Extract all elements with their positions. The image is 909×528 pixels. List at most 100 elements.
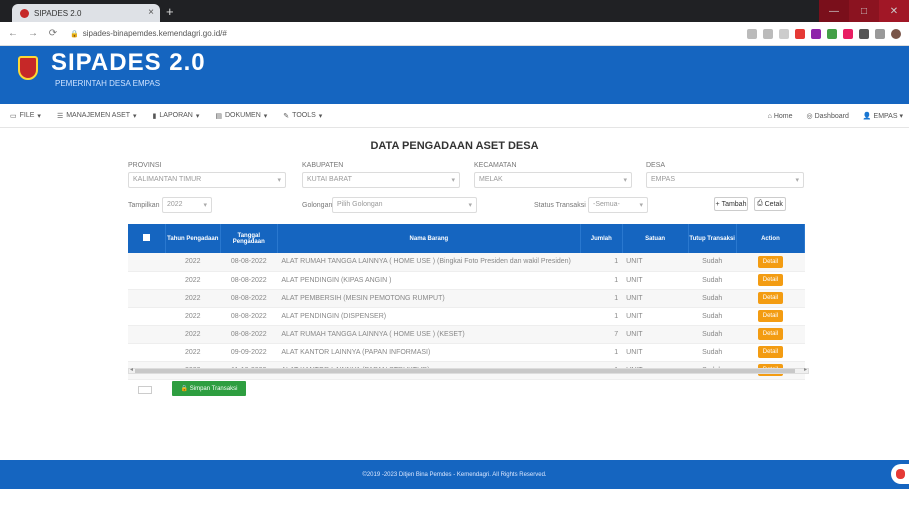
detail-button[interactable]: Detail xyxy=(757,292,784,304)
detail-button[interactable]: Detail xyxy=(757,255,784,268)
maximize-icon[interactable]: □ xyxy=(849,0,879,22)
home-icon: ⌂ xyxy=(767,112,772,120)
sidebar-icon[interactable] xyxy=(875,28,885,39)
select-all-checkbox[interactable] xyxy=(142,234,150,241)
tahun-select[interactable]: 2022 ▾ xyxy=(162,197,212,213)
asset-table: Tahun Pengadaan Tanggal Pengadaan Nama B… xyxy=(128,224,806,380)
cell-satuan: UNIT xyxy=(622,307,689,326)
kabupaten-select[interactable]: KUTAI BARAT ▾ xyxy=(302,172,460,188)
browser-tab-bar: SIPADES 2.0 × + — □ ✕ xyxy=(0,0,909,22)
chat-widget-button[interactable] xyxy=(891,464,909,484)
printer-icon: ⎙ xyxy=(757,200,763,207)
chevron-down-icon: ▾ xyxy=(639,202,643,209)
back-icon[interactable]: ← xyxy=(6,28,20,39)
tab-title: SIPADES 2.0 xyxy=(34,8,82,18)
reload-icon[interactable]: ⟳ xyxy=(46,28,60,39)
select-all-header[interactable] xyxy=(128,224,166,253)
golongan-select[interactable]: Pilih Golongan ▾ xyxy=(332,197,477,213)
header-jumlah[interactable]: Jumlah xyxy=(580,224,623,253)
nav-dashboard[interactable]: ◎ Dashboard xyxy=(807,112,849,120)
extension-icon[interactable] xyxy=(747,28,757,39)
chevron-down-icon: ▾ xyxy=(277,177,281,184)
footer: ©2019 -2023 Ditjen Bina Pemdes - Kemenda… xyxy=(0,460,909,489)
cell-tanggal: 08-08-2022 xyxy=(220,325,278,344)
extension-icon[interactable] xyxy=(827,28,837,39)
nav-home[interactable]: ⌂ Home xyxy=(768,113,793,120)
save-transaction-button[interactable]: 🔒 Simpan Transaksi xyxy=(172,381,246,396)
cell-jumlah: 1 xyxy=(580,307,623,326)
print-button[interactable]: ⎙ Cetak xyxy=(754,197,786,211)
detail-button[interactable]: Detail xyxy=(757,328,784,340)
cell-tahun: 2022 xyxy=(165,343,221,362)
avatar[interactable] xyxy=(891,28,901,39)
puzzle-icon[interactable] xyxy=(859,28,869,39)
cell-tutup-transaksi: Sudah xyxy=(688,343,737,362)
menu-laporan[interactable]: ▮ LAPORAN ▾ xyxy=(153,112,200,120)
cell-tutup-transaksi: Sudah xyxy=(688,307,737,326)
cell-nama-barang: ALAT PEMBERSIH (MESIN PEMOTONG RUMPUT) xyxy=(277,289,581,308)
desa-label: DESA xyxy=(646,162,666,169)
nav-user[interactable]: 👤 EMPAS ▾ xyxy=(863,112,903,120)
menu-dokumen[interactable]: ▤ DOKUMEN ▾ xyxy=(215,112,267,120)
cell-tanggal: 08-08-2022 xyxy=(220,289,278,308)
table-row: 2022 08-08-2022 ALAT PENDINGIN (KIPAS ANGI… xyxy=(128,271,805,290)
header-satuan[interactable]: Satuan xyxy=(622,224,689,253)
page-length-box[interactable] xyxy=(138,386,152,394)
cell-satuan: UNIT xyxy=(622,289,689,308)
menu-right: ⌂ Home ◎ Dashboard 👤 EMPAS ▾ xyxy=(768,104,903,128)
plus-icon: + xyxy=(715,200,720,208)
tab-close-icon[interactable]: × xyxy=(148,7,154,18)
cell-nama-barang: ALAT RUMAH TANGGA LAINNYA ( HOME USE ) (… xyxy=(277,253,581,272)
header-nama-barang[interactable]: Nama Barang xyxy=(277,224,581,253)
status-transaksi-label: Status Transaksi xyxy=(534,202,586,209)
star-icon[interactable] xyxy=(779,28,789,39)
kecamatan-select[interactable]: MELAK ▾ xyxy=(474,172,632,188)
menu-file[interactable]: ▭ FILE ▾ xyxy=(10,112,41,120)
scroll-right-icon[interactable]: ▸ xyxy=(804,366,807,373)
cell-action: Detail xyxy=(736,325,805,344)
browser-tab[interactable]: SIPADES 2.0 × xyxy=(12,4,160,22)
status-transaksi-select[interactable]: -Semua- ▾ xyxy=(588,197,648,213)
table-row: 2022 08-08-2022 ALAT PENDINGIN (DISPENSER)… xyxy=(128,307,805,326)
detail-button[interactable]: Detail xyxy=(757,310,784,322)
new-tab-icon[interactable]: + xyxy=(166,4,174,19)
url-field[interactable]: 🔒 sipades-binapemdes.kemendagri.go.id/# xyxy=(70,29,747,38)
provinsi-select[interactable]: KALIMANTAN TIMUR ▾ xyxy=(128,172,286,188)
header-tanggal[interactable]: Tanggal Pengadaan xyxy=(220,224,278,253)
page-title: DATA PENGADAAN ASET DESA xyxy=(370,140,539,152)
add-button[interactable]: + Tambah xyxy=(714,197,748,211)
table-row: 2022 09-09-2022 ALAT KANTOR LAINNYA (PAPAN… xyxy=(128,343,805,362)
cell-jumlah: 1 xyxy=(580,271,623,290)
detail-button[interactable]: Detail xyxy=(757,274,784,286)
extension-icon[interactable] xyxy=(811,28,821,39)
lock-icon: 🔒 xyxy=(180,386,189,392)
horizontal-scrollbar[interactable]: ◂ ▸ xyxy=(128,366,809,374)
menu-tools[interactable]: ✎ TOOLS ▾ xyxy=(283,112,322,120)
footer-text: ©2019 -2023 Ditjen Bina Pemdes - Kemenda… xyxy=(362,471,547,478)
window-controls: — □ ✕ xyxy=(819,0,909,22)
cell-tahun: 2022 xyxy=(165,271,221,290)
desa-select[interactable]: EMPAS ▾ xyxy=(646,172,804,188)
cell-tutup-transaksi: Sudah xyxy=(688,253,737,272)
row-checkbox-cell xyxy=(128,325,166,344)
dashboard-icon: ◎ xyxy=(806,113,813,120)
lock-icon: 🔒 xyxy=(70,30,79,38)
main-menu: ▭ FILE ▾ ☰ MANAJEMEN ASET ▾ ▮ LAPORAN ▾ … xyxy=(0,104,909,128)
menu-manajemen-aset[interactable]: ☰ MANAJEMEN ASET ▾ xyxy=(57,112,137,120)
header-tahun[interactable]: Tahun Pengadaan xyxy=(165,224,221,253)
row-checkbox-cell xyxy=(128,289,166,308)
detail-button[interactable]: Detail xyxy=(757,346,784,358)
extension-icon[interactable] xyxy=(795,28,805,39)
cell-jumlah: 7 xyxy=(580,325,623,344)
cell-jumlah: 1 xyxy=(580,343,623,362)
share-icon[interactable] xyxy=(763,28,773,39)
scroll-left-icon[interactable]: ◂ xyxy=(130,366,133,373)
forward-icon[interactable]: → xyxy=(26,28,40,39)
extension-icon[interactable] xyxy=(843,28,853,39)
header-tutup-transaksi[interactable]: Tutup Transaksi xyxy=(688,224,737,253)
cell-satuan: UNIT xyxy=(622,253,689,272)
minimize-icon[interactable]: — xyxy=(819,0,849,22)
scrollbar-thumb[interactable] xyxy=(135,369,795,373)
cell-tanggal: 09-09-2022 xyxy=(220,343,278,362)
close-window-icon[interactable]: ✕ xyxy=(879,0,909,22)
